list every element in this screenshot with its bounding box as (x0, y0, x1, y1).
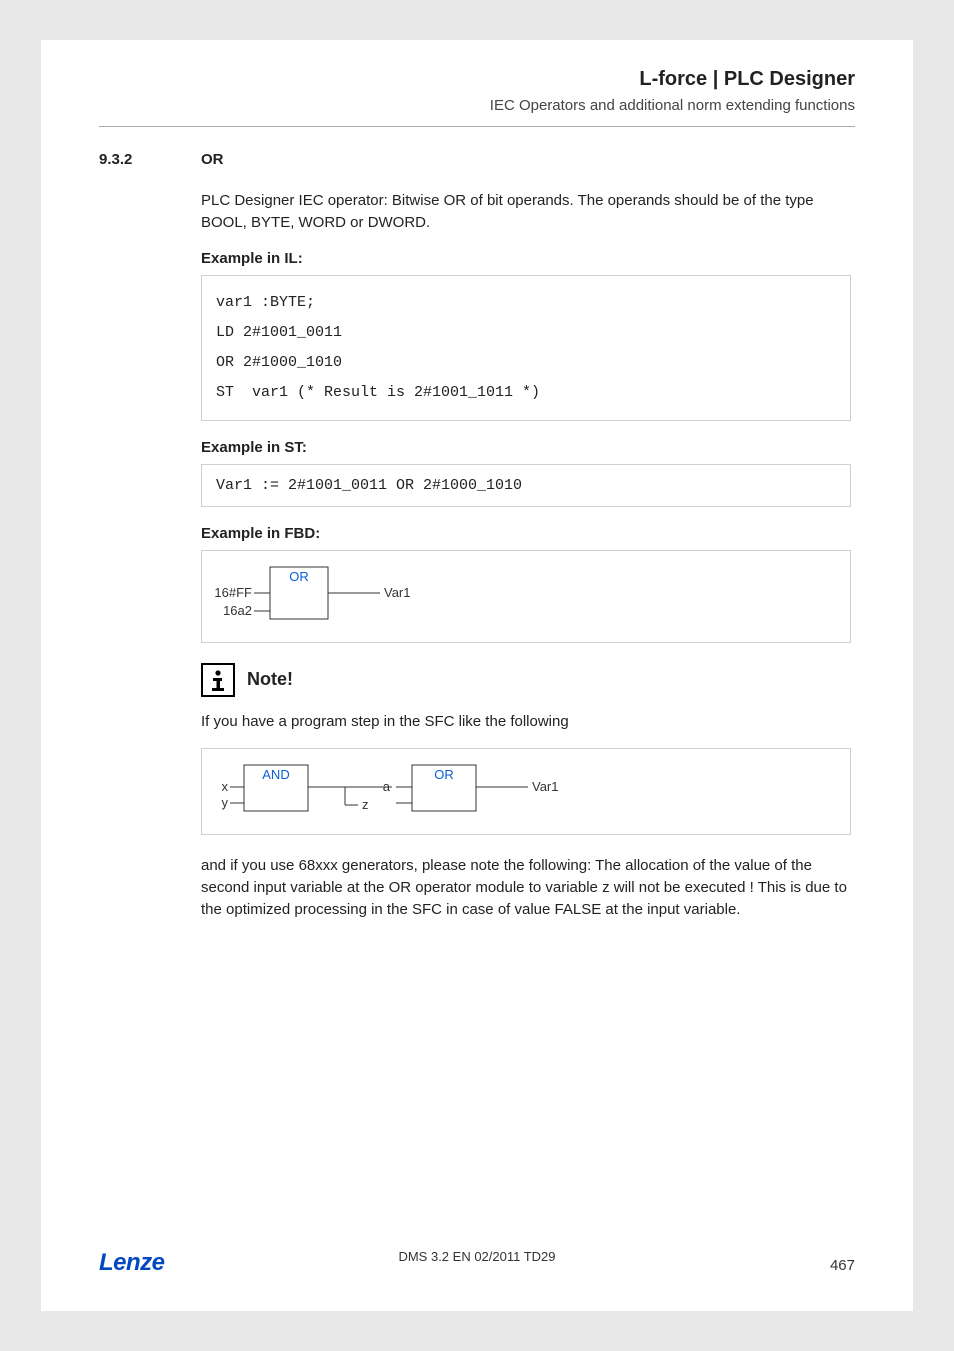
example-fbd-label: Example in FBD: (201, 525, 851, 542)
code-il: var1 :BYTE; LD 2#1001_0011 OR 2#1000_101… (201, 275, 851, 421)
fbd1-in2: 16a2 (223, 603, 252, 618)
intro-paragraph: PLC Designer IEC operator: Bitwise OR of… (201, 190, 851, 234)
page-footer: Lenze DMS 3.2 EN 02/2011 TD29 467 (99, 1249, 855, 1277)
fbd2-block2: OR (434, 767, 454, 782)
fbd2-in2: y (222, 795, 229, 810)
code-st: Var1 := 2#1001_0011 OR 2#1000_1010 (201, 464, 851, 507)
fbd2-block1: AND (262, 767, 289, 782)
fbd1-out: Var1 (384, 585, 411, 600)
section-number: 9.3.2 (99, 151, 201, 168)
header-subtitle: IEC Operators and additional norm extend… (99, 97, 855, 114)
fbd-diagram-2: AND x y z a OR Var1 (201, 748, 851, 835)
page-header: L-force | PLC Designer IEC Operators and… (99, 68, 855, 127)
info-icon (201, 663, 235, 697)
example-st-label: Example in ST: (201, 439, 851, 456)
section-title: OR (201, 151, 224, 168)
footer-doc-id: DMS 3.2 EN 02/2011 TD29 (99, 1249, 855, 1264)
fbd2-z: z (362, 797, 369, 812)
header-title: L-force | PLC Designer (99, 68, 855, 91)
section-heading: 9.3.2 OR (99, 151, 855, 168)
fbd2-out: Var1 (532, 779, 559, 794)
fbd1-in1: 16#FF (214, 585, 252, 600)
content-column: PLC Designer IEC operator: Bitwise OR of… (201, 190, 851, 921)
note-heading: Note! (201, 663, 851, 697)
page: L-force | PLC Designer IEC Operators and… (41, 40, 913, 1311)
fbd2-svg: AND x y z a OR Var1 (210, 757, 590, 821)
fbd2-a: a (383, 779, 391, 794)
note-body: and if you use 68xxx generators, please … (201, 855, 851, 920)
fbd-diagram-1: OR 16#FF 16a2 Var1 (201, 550, 851, 643)
fbd1-svg: OR 16#FF 16a2 Var1 (210, 559, 450, 629)
note-intro: If you have a program step in the SFC li… (201, 711, 851, 733)
fbd2-in1: x (222, 779, 229, 794)
fbd1-block-label: OR (289, 569, 309, 584)
example-il-label: Example in IL: (201, 250, 851, 267)
note-label: Note! (247, 669, 293, 690)
